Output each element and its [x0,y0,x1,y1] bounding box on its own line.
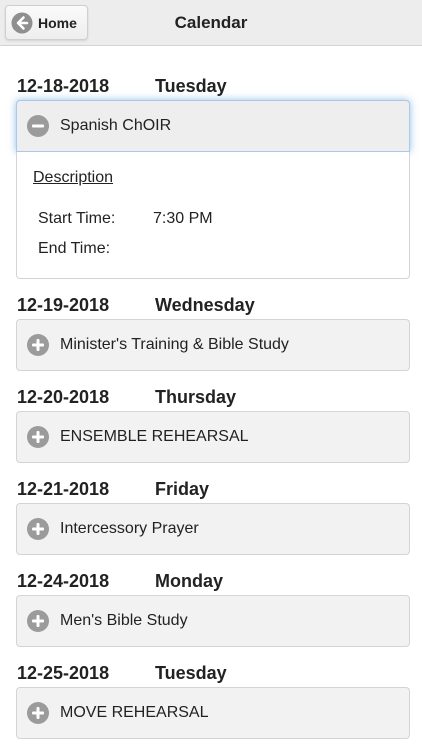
event-date: 12-25-2018 [17,663,110,683]
plus-circle-icon [27,334,49,356]
day-header: 12-25-2018 Tuesday [0,663,422,683]
day-header: 12-24-2018 Monday [0,571,422,591]
event-title: Intercessory Prayer [60,520,199,537]
event-item-mens-bible-study[interactable]: Men's Bible Study [16,595,410,647]
event-item-intercessory-prayer[interactable]: Intercessory Prayer [16,503,410,555]
event-title: MOVE REHEARSAL [60,704,209,721]
plus-circle-icon [27,610,49,632]
event-date: 12-21-2018 [17,479,110,499]
header-bar: Home Calendar [0,0,422,46]
event-weekday: Thursday [155,387,237,407]
event-item-ensemble-rehearsal[interactable]: ENSEMBLE REHEARSAL [16,411,410,463]
event-details-panel: Description Start Time: 7:30 PM End Time: [16,152,410,279]
event-item-ministers-training[interactable]: Minister's Training & Bible Study [16,319,410,371]
event-date: 12-20-2018 [17,387,110,407]
end-time-label: End Time: [38,240,111,257]
start-time-row: Start Time: 7:30 PM [38,210,213,228]
page-title: Calendar [174,13,248,32]
end-time-row: End Time: [38,240,153,258]
event-weekday: Tuesday [155,663,227,683]
event-title: Minister's Training & Bible Study [60,336,289,353]
day-header: 12-19-2018 Wednesday [0,295,422,315]
minus-circle-icon [27,115,49,137]
plus-circle-icon [27,426,49,448]
event-weekday: Friday [155,479,210,499]
event-weekday: Wednesday [155,295,255,315]
plus-circle-icon [27,702,49,724]
event-item-move-rehearsal[interactable]: MOVE REHEARSAL [16,687,410,739]
event-item-spanish-choir[interactable]: Spanish ChOIR [16,100,410,152]
event-title: Spanish ChOIR [60,117,172,134]
event-weekday: Monday [155,571,224,591]
event-weekday: Tuesday [155,76,227,96]
day-header: 12-20-2018 Thursday [0,387,422,407]
description-link[interactable]: Description [33,169,113,187]
day-header: 12-18-2018 Tuesday [0,76,422,96]
day-header: 12-21-2018 Friday [0,479,422,499]
event-title: ENSEMBLE REHEARSAL [60,428,249,445]
event-date: 12-24-2018 [17,571,110,591]
plus-circle-icon [27,518,49,540]
event-title: Men's Bible Study [60,612,188,629]
event-date: 12-19-2018 [17,295,110,315]
event-date: 12-18-2018 [17,76,110,96]
start-time-label: Start Time: [38,210,116,227]
start-time-value: 7:30 PM [153,210,213,227]
